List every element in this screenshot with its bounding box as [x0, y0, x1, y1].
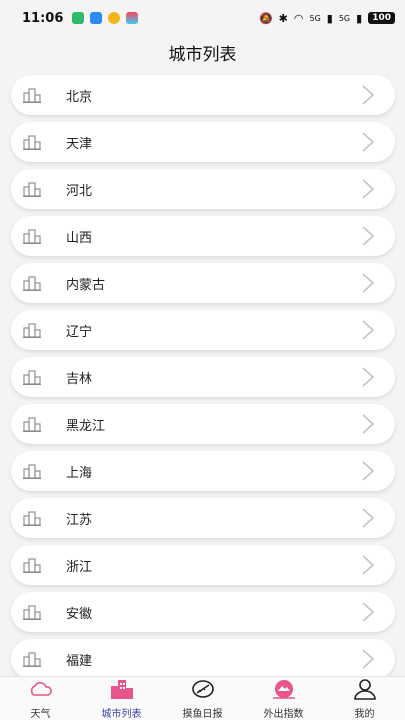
- city-name: 浙江: [66, 559, 93, 575]
- city-name: 吉林: [66, 371, 93, 387]
- battery-indicator: 100: [368, 12, 395, 24]
- building-icon: [23, 87, 41, 103]
- chevron-right-icon: [361, 178, 375, 200]
- tab-outdoor-index[interactable]: 外出指数: [243, 677, 324, 720]
- city-name: 内蒙古: [66, 277, 106, 293]
- chevron-right-icon: [361, 507, 375, 529]
- signal-label: 5G: [309, 13, 321, 23]
- building-icon: [23, 228, 41, 244]
- status-time: 11:06: [22, 10, 64, 26]
- app-notification-icon: [126, 12, 139, 24]
- building-icon: [23, 322, 41, 338]
- chevron-right-icon: [361, 225, 375, 247]
- city-list-item[interactable]: 浙江: [11, 545, 395, 585]
- city-list-item[interactable]: 吉林: [11, 357, 395, 397]
- city-buildings-icon: [109, 678, 135, 704]
- profile-icon: [352, 678, 378, 704]
- app-notification-icon: [72, 12, 85, 24]
- status-bar: 11:06 🔕 ✱ ◠ 5G ▮ 5G ▮ 100: [0, 0, 405, 36]
- building-icon: [23, 275, 41, 291]
- city-list-item[interactable]: 江苏: [11, 498, 395, 538]
- signal-icon: ▮: [326, 11, 333, 25]
- city-name: 辽宁: [66, 324, 93, 340]
- signal-icon: ▮: [356, 11, 363, 25]
- city-name: 江苏: [66, 512, 93, 528]
- chevron-right-icon: [361, 272, 375, 294]
- chevron-right-icon: [361, 554, 375, 576]
- city-list-item[interactable]: 黑龙江: [11, 404, 395, 444]
- building-icon: [23, 510, 41, 526]
- outdoor-index-icon: [271, 678, 297, 704]
- building-icon: [23, 604, 41, 620]
- page-title: 城市列表: [168, 44, 237, 65]
- building-icon: [23, 463, 41, 479]
- building-icon: [23, 651, 41, 667]
- city-list-item[interactable]: 福建: [11, 639, 395, 676]
- city-name: 北京: [66, 89, 93, 105]
- chevron-right-icon: [361, 601, 375, 623]
- city-name: 上海: [66, 465, 93, 481]
- city-list-item[interactable]: 北京: [11, 75, 395, 115]
- chevron-right-icon: [361, 84, 375, 106]
- city-name: 福建: [66, 653, 93, 669]
- tab-cloud[interactable]: 天气: [0, 677, 81, 720]
- chevron-right-icon: [361, 319, 375, 341]
- tab-city-buildings[interactable]: 城市列表: [81, 677, 162, 720]
- page-header: 城市列表: [0, 36, 405, 68]
- city-list-item[interactable]: 天津: [11, 122, 395, 162]
- bottom-tab-bar: 天气 城市列表 摸鱼日报 外出指数 我的: [0, 676, 405, 720]
- tab-label: 我的: [354, 708, 375, 720]
- bluetooth-icon: ✱: [278, 11, 288, 25]
- tab-label: 摸鱼日报: [182, 708, 223, 720]
- city-list-item[interactable]: 河北: [11, 169, 395, 209]
- building-icon: [23, 369, 41, 385]
- status-app-icons: [72, 12, 139, 24]
- signal-label: 5G: [338, 13, 351, 23]
- tab-label: 城市列表: [101, 708, 142, 720]
- fish-report-icon: [190, 678, 216, 704]
- play-notification-icon: [90, 12, 103, 24]
- city-name: 黑龙江: [66, 418, 106, 434]
- cloud-icon: [28, 678, 54, 704]
- chevron-right-icon: [361, 366, 375, 388]
- city-list-item[interactable]: 辽宁: [11, 310, 395, 350]
- city-list-item[interactable]: 上海: [11, 451, 395, 491]
- city-list-item[interactable]: 内蒙古: [11, 263, 395, 303]
- mute-icon: 🔕: [258, 11, 273, 25]
- tab-label: 外出指数: [263, 708, 304, 720]
- city-name: 安徽: [66, 606, 93, 622]
- city-list-item[interactable]: 山西: [11, 216, 395, 256]
- building-icon: [23, 181, 41, 197]
- tab-label: 天气: [30, 708, 51, 720]
- building-icon: [23, 557, 41, 573]
- building-icon: [23, 134, 41, 150]
- chevron-right-icon: [361, 460, 375, 482]
- city-name: 天津: [66, 136, 93, 152]
- city-list-item[interactable]: 安徽: [11, 592, 395, 632]
- tab-fish-report[interactable]: 摸鱼日报: [162, 677, 243, 720]
- city-name: 河北: [66, 183, 93, 199]
- city-name: 山西: [66, 230, 93, 246]
- city-list[interactable]: 北京天津河北山西内蒙古辽宁吉林黑龙江上海江苏浙江安徽福建: [0, 70, 405, 676]
- app-notification-icon: [108, 12, 121, 24]
- chevron-right-icon: [361, 413, 375, 435]
- chevron-right-icon: [361, 648, 375, 670]
- chevron-right-icon: [361, 131, 375, 153]
- building-icon: [23, 416, 41, 432]
- tab-profile[interactable]: 我的: [324, 677, 405, 720]
- status-right: 🔕 ✱ ◠ 5G ▮ 5G ▮ 100: [259, 12, 395, 25]
- wifi-icon: ◠: [293, 11, 304, 25]
